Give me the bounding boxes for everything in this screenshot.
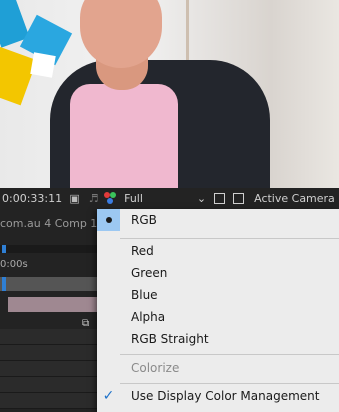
transparency-grid-icon[interactable] bbox=[233, 193, 245, 204]
radio-indicator bbox=[97, 209, 120, 231]
timeline-ruler[interactable] bbox=[0, 245, 100, 253]
region-icon[interactable] bbox=[214, 193, 226, 204]
menu-item-alpha[interactable]: Alpha bbox=[97, 306, 339, 328]
menu-item-blue[interactable]: Blue bbox=[97, 284, 339, 306]
resolution-value: Full bbox=[124, 192, 143, 205]
layer-row[interactable] bbox=[0, 377, 100, 393]
active-camera-dropdown[interactable]: Active Camera bbox=[254, 192, 335, 205]
composition-preview bbox=[0, 0, 339, 188]
menu-separator bbox=[120, 383, 339, 384]
menu-item-red[interactable]: Red bbox=[97, 240, 339, 262]
composition-tab[interactable]: com.au 4 Comp 1 bbox=[0, 217, 97, 230]
menu-item-rgb-straight[interactable]: RGB Straight bbox=[97, 328, 339, 350]
rgb-channels-icon[interactable] bbox=[104, 192, 118, 205]
playhead[interactable] bbox=[2, 245, 6, 253]
chevron-down-icon: ⌄ bbox=[196, 192, 207, 205]
person-head bbox=[80, 0, 162, 68]
camera-icon[interactable]: ▣ bbox=[68, 193, 81, 204]
background-wall bbox=[186, 0, 189, 60]
time-label: 0:00s bbox=[0, 259, 28, 270]
playhead-handle[interactable] bbox=[2, 277, 6, 291]
layer-row[interactable] bbox=[0, 361, 100, 377]
work-area-bar[interactable] bbox=[0, 277, 100, 291]
layer-row[interactable] bbox=[0, 345, 100, 361]
menu-separator bbox=[120, 354, 339, 355]
background-shape bbox=[0, 46, 38, 106]
person-shirt bbox=[70, 84, 178, 188]
timeline-panel: com.au 4 Comp 1 0:00s ⧉ bbox=[0, 209, 100, 412]
menu-item-green[interactable]: Green bbox=[97, 262, 339, 284]
layer-row[interactable] bbox=[0, 393, 100, 409]
background-shape bbox=[30, 52, 56, 78]
menu-item-rgb[interactable]: RGB bbox=[97, 209, 339, 231]
layer-row[interactable] bbox=[0, 329, 100, 345]
layer-bar[interactable] bbox=[8, 297, 100, 312]
menu-item-colorize: Colorize bbox=[131, 361, 180, 375]
check-icon: ✓ bbox=[102, 388, 115, 404]
menu-separator bbox=[120, 238, 339, 239]
viewer-toolbar: 0:00:33:11 ▣ ♬ Full ⌄ Active Camera bbox=[0, 188, 339, 209]
resolution-dropdown[interactable]: Full ⌄ bbox=[124, 192, 206, 205]
timecode[interactable]: 0:00:33:11 bbox=[2, 192, 62, 205]
menu-item-display-color-management[interactable]: ✓ Use Display Color Management bbox=[97, 385, 339, 407]
channel-menu: RGB Red Green Blue Alpha RGB Straight Co… bbox=[97, 209, 339, 412]
snapshot-icon[interactable]: ♬ bbox=[87, 193, 100, 204]
keyframe-icon[interactable]: ⧉ bbox=[82, 318, 89, 329]
